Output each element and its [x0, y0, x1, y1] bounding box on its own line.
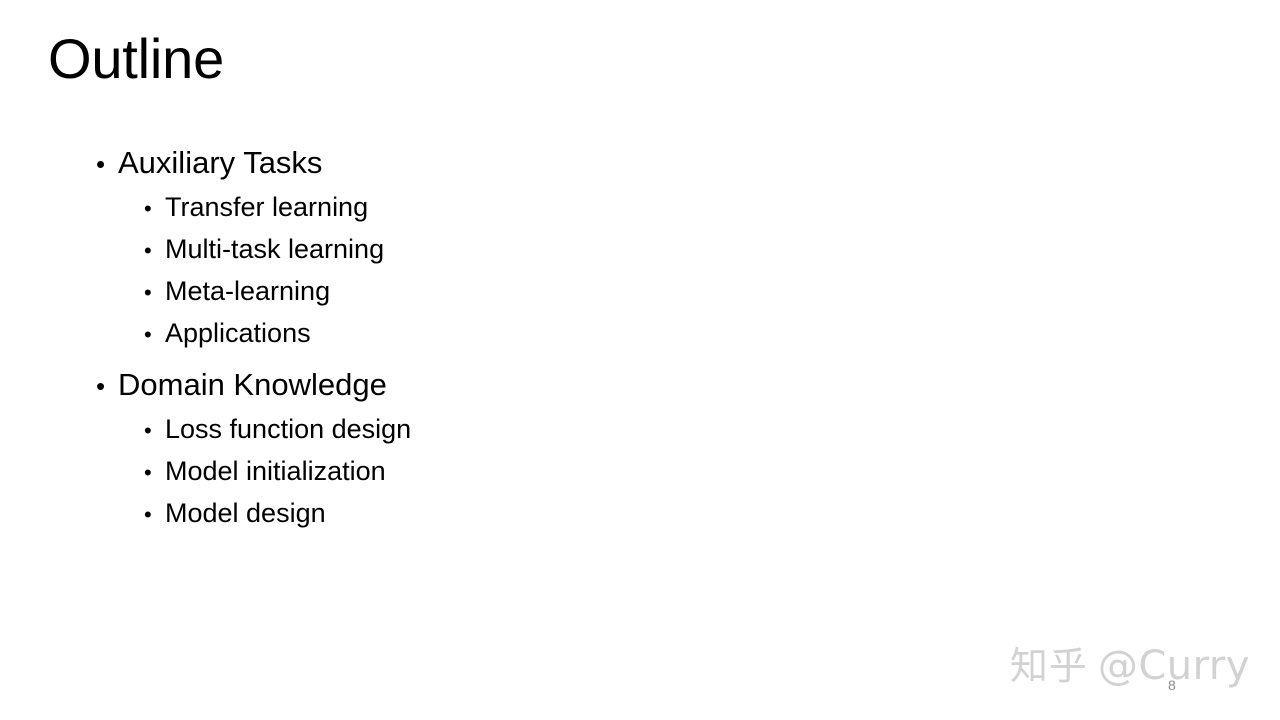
bullet-icon: •	[96, 149, 106, 179]
list-item-level2[interactable]: • Multi-task learning	[0, 229, 1100, 271]
watermark: 知乎 @Curry	[1010, 646, 1250, 686]
list-item-level2[interactable]: • Loss function design	[0, 409, 1100, 451]
list-item-level2[interactable]: • Meta-learning	[0, 271, 1100, 313]
list-item-level1[interactable]: • Domain Knowledge	[0, 364, 1100, 407]
list-item-level2[interactable]: • Applications	[0, 313, 1100, 355]
list-item-level2[interactable]: • Transfer learning	[0, 187, 1100, 229]
outline-list: • Auxiliary Tasks • Transfer learning • …	[0, 142, 1100, 535]
bullet-icon: •	[144, 418, 152, 443]
page-number: 8	[1168, 677, 1176, 693]
list-item-label: Applications	[165, 318, 311, 348]
list-item-label: Meta-learning	[165, 276, 331, 306]
bullet-icon: •	[144, 322, 152, 347]
bullet-icon: •	[144, 502, 152, 527]
watermark-site: 知乎	[1009, 644, 1088, 688]
bullet-icon: •	[96, 371, 106, 401]
list-item-label: Loss function design	[165, 414, 412, 444]
list-item-label: Multi-task learning	[165, 234, 385, 264]
list-item-label: Model initialization	[165, 456, 386, 486]
list-item-level2[interactable]: • Model initialization	[0, 451, 1100, 493]
list-item-label: Domain Knowledge	[118, 367, 387, 402]
bullet-icon: •	[144, 280, 152, 305]
page-title: Outline	[48, 27, 225, 90]
list-item-label: Auxiliary Tasks	[118, 145, 323, 180]
list-item-label: Model design	[165, 498, 326, 528]
bullet-icon: •	[144, 238, 152, 263]
slide-canvas: Outline • Auxiliary Tasks • Transfer lea…	[0, 0, 1280, 720]
list-item-level2[interactable]: • Model design	[0, 493, 1100, 535]
list-item-label: Transfer learning	[165, 192, 369, 222]
bullet-icon: •	[144, 460, 152, 485]
list-item-level1[interactable]: • Auxiliary Tasks	[0, 142, 1100, 185]
bullet-icon: •	[144, 196, 152, 221]
